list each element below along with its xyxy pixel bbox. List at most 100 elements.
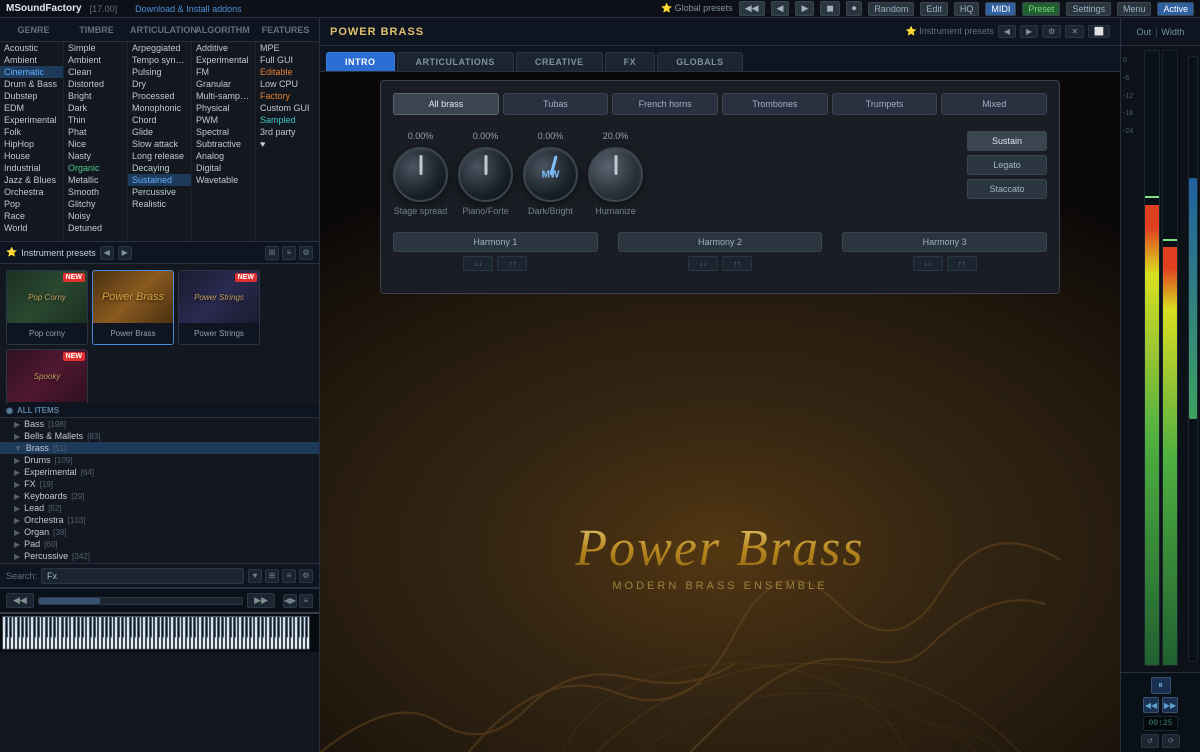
black-key[interactable] bbox=[249, 616, 252, 638]
black-key[interactable] bbox=[205, 616, 208, 638]
black-key[interactable] bbox=[117, 616, 120, 638]
black-key[interactable] bbox=[217, 616, 220, 638]
black-key[interactable] bbox=[93, 616, 96, 638]
list-item[interactable]: Smooth bbox=[64, 186, 127, 198]
black-key[interactable] bbox=[89, 616, 92, 638]
black-key[interactable] bbox=[189, 616, 192, 638]
black-key[interactable] bbox=[133, 616, 136, 638]
black-key[interactable] bbox=[213, 616, 216, 638]
next-btn-bottom[interactable]: ▶▶ bbox=[247, 593, 275, 608]
scroll-bar[interactable] bbox=[38, 597, 243, 605]
list-item[interactable]: Custom GUI bbox=[256, 102, 319, 114]
black-key[interactable] bbox=[45, 616, 48, 638]
black-key[interactable] bbox=[185, 616, 188, 638]
black-key[interactable] bbox=[121, 616, 124, 638]
list-item[interactable]: Subtractive bbox=[192, 138, 255, 150]
list-item[interactable]: Factory bbox=[256, 90, 319, 102]
black-key[interactable] bbox=[177, 616, 180, 638]
heart-icon[interactable]: ♥ bbox=[248, 569, 262, 583]
list-item[interactable]: Physical bbox=[192, 102, 255, 114]
play-btn[interactable]: ▶ bbox=[795, 1, 814, 16]
black-key[interactable] bbox=[81, 616, 84, 638]
list-item[interactable]: Detuned bbox=[64, 222, 127, 234]
preset-card-power-strings[interactable]: Power Strings NEW Power Strings bbox=[178, 270, 260, 345]
black-key[interactable] bbox=[61, 616, 64, 638]
tab-globals[interactable]: GLOBALS bbox=[657, 52, 743, 71]
black-key[interactable] bbox=[289, 616, 292, 638]
list-item[interactable]: HipHop bbox=[0, 138, 63, 150]
list-item[interactable]: MPE bbox=[256, 42, 319, 54]
list-item[interactable]: 3rd party bbox=[256, 126, 319, 138]
list-item[interactable]: Industrial bbox=[0, 162, 63, 174]
inst-prev-btn[interactable]: ◀ bbox=[100, 246, 114, 260]
inst-prev-btn[interactable]: ◀ bbox=[998, 25, 1016, 38]
black-key[interactable] bbox=[77, 616, 80, 638]
black-key[interactable] bbox=[229, 616, 232, 638]
black-key[interactable] bbox=[17, 616, 20, 638]
cat-all-brass[interactable]: All brass bbox=[393, 93, 499, 115]
list-item[interactable]: Slow attack bbox=[128, 138, 191, 150]
list-item[interactable]: Decaying bbox=[128, 162, 191, 174]
list-item[interactable]: Jazz & Blues bbox=[0, 174, 63, 186]
bottom-icon-2[interactable]: ≡ bbox=[299, 594, 313, 608]
list-item[interactable]: Pulsing bbox=[128, 66, 191, 78]
black-key[interactable] bbox=[149, 616, 152, 638]
list-item[interactable]: Ambient bbox=[64, 54, 127, 66]
config-icon[interactable]: ⚙ bbox=[299, 569, 313, 583]
black-key[interactable] bbox=[9, 616, 12, 638]
list-item[interactable]: Metallic bbox=[64, 174, 127, 186]
rewind-btn[interactable]: ◀◀ bbox=[1143, 697, 1159, 713]
list-item[interactable]: Nice bbox=[64, 138, 127, 150]
list-item[interactable]: Tempo synced bbox=[128, 54, 191, 66]
black-key[interactable] bbox=[305, 616, 308, 638]
list-item[interactable]: FM bbox=[192, 66, 255, 78]
list-item[interactable]: Folk bbox=[0, 126, 63, 138]
list-item[interactable]: Orchestra bbox=[0, 186, 63, 198]
sustain-btn[interactable]: Sustain bbox=[967, 131, 1047, 151]
list-item[interactable]: Bright bbox=[64, 90, 127, 102]
black-key[interactable] bbox=[273, 616, 276, 638]
preset-card-pop-corny[interactable]: Pop Corny NEW Pop corny bbox=[6, 270, 88, 345]
inst-config-btn[interactable]: ⚙ bbox=[1042, 25, 1061, 38]
list-item[interactable]: Chord bbox=[128, 114, 191, 126]
tab-articulations[interactable]: ARTICULATIONS bbox=[397, 52, 514, 71]
black-key[interactable] bbox=[301, 616, 304, 638]
list-item[interactable]: Race bbox=[0, 210, 63, 222]
black-key[interactable] bbox=[241, 616, 244, 638]
sync-icon[interactable]: ⟳ bbox=[1162, 734, 1180, 748]
hq-btn[interactable]: HQ bbox=[954, 2, 980, 16]
list-item[interactable]: Experimental bbox=[192, 54, 255, 66]
list-item[interactable]: Analog bbox=[192, 150, 255, 162]
stop-btn[interactable]: ◼ bbox=[820, 1, 839, 16]
black-key[interactable] bbox=[53, 616, 56, 638]
black-key[interactable] bbox=[157, 616, 160, 638]
list-item[interactable]: Monophonic bbox=[128, 102, 191, 114]
list-item[interactable]: Dark bbox=[64, 102, 127, 114]
sort-icon[interactable]: ≡ bbox=[282, 246, 296, 260]
cat-french-horns[interactable]: French horns bbox=[612, 93, 718, 115]
tree-item-bass[interactable]: ▶ Bass [198] bbox=[0, 418, 319, 430]
black-key[interactable] bbox=[21, 616, 24, 638]
black-key[interactable] bbox=[221, 616, 224, 638]
tab-fx[interactable]: FX bbox=[605, 52, 656, 71]
list-item[interactable]: Acoustic bbox=[0, 42, 63, 54]
active-btn[interactable]: Active bbox=[1157, 2, 1194, 16]
black-key[interactable] bbox=[269, 616, 272, 638]
tree-item-experimental[interactable]: ▶ Experimental [64] bbox=[0, 466, 319, 478]
tree-item-bells[interactable]: ▶ Bells & Mallets [83] bbox=[0, 430, 319, 442]
search-input[interactable] bbox=[41, 568, 244, 584]
record-btn[interactable]: ⏺ bbox=[846, 1, 863, 16]
black-key[interactable] bbox=[285, 616, 288, 638]
harmony-1-down-btn[interactable]: ↓↓ bbox=[463, 256, 493, 271]
list-item[interactable]: Arpeggiated bbox=[128, 42, 191, 54]
black-key[interactable] bbox=[233, 616, 236, 638]
list-item[interactable]: Long release bbox=[128, 150, 191, 162]
list-item[interactable]: Nasty bbox=[64, 150, 127, 162]
list-item[interactable]: Phat bbox=[64, 126, 127, 138]
black-key[interactable] bbox=[173, 616, 176, 638]
edit-btn[interactable]: Edit bbox=[920, 2, 948, 16]
list-item[interactable]: Sampled bbox=[256, 114, 319, 126]
tree-item-pad[interactable]: ▶ Pad [60] bbox=[0, 538, 319, 550]
list-item[interactable]: Full GUI bbox=[256, 54, 319, 66]
harmony-1-up-btn[interactable]: ↑↑ bbox=[497, 256, 527, 271]
